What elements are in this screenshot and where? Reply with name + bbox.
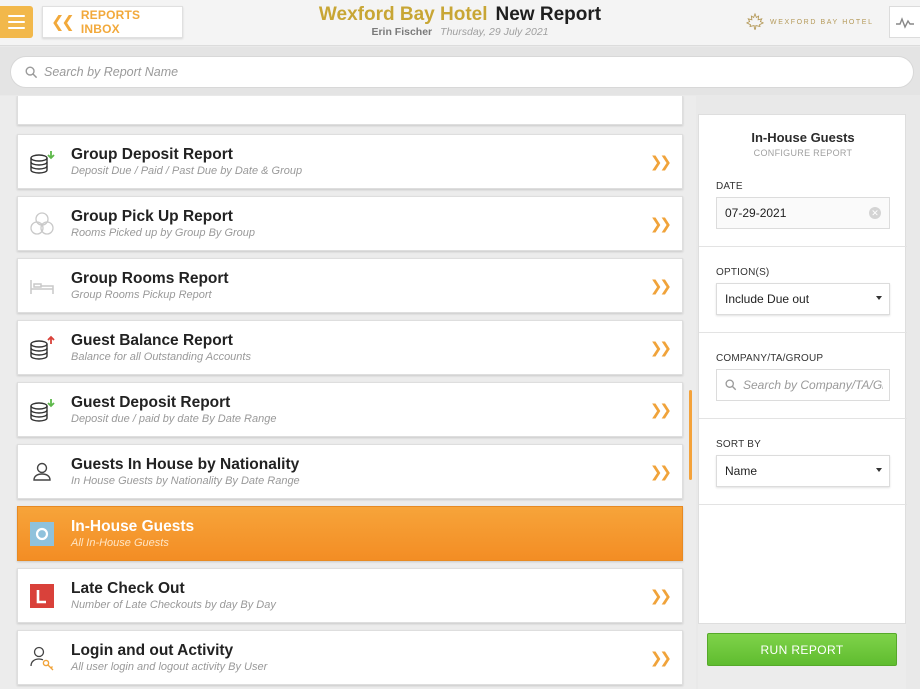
coins-down-icon: [30, 399, 55, 422]
chevron-right-icon: ❯❯: [649, 339, 672, 357]
search-bar: [0, 47, 920, 95]
report-description: All In-House Guests: [71, 537, 169, 549]
search-icon: [725, 379, 737, 391]
sort-label: SORT BY: [716, 439, 761, 450]
report-item-late-check-out[interactable]: Late Check Out Number of Late Checkouts …: [17, 568, 683, 623]
run-report-button[interactable]: RUN REPORT: [707, 633, 897, 666]
app-header: ❮❮ REPORTS INBOX Wexford Bay Hotel New Re…: [0, 0, 920, 46]
report-description: Group Rooms Pickup Report: [71, 289, 212, 301]
options-select[interactable]: Include Due out: [716, 283, 890, 315]
report-title: Late Check Out: [71, 580, 185, 597]
search-box: [10, 56, 914, 88]
user-key-icon: [30, 646, 54, 671]
report-title: In-House Guests: [71, 518, 195, 535]
report-title: Group Pick Up Report: [71, 208, 233, 225]
page-title: New Report: [495, 4, 602, 25]
section-divider: [699, 246, 907, 247]
date-label: DATE: [716, 181, 743, 192]
chevron-right-icon: ❯❯: [649, 587, 672, 605]
report-title: Guests In House by Nationality: [71, 456, 300, 473]
report-item-in-house-guests[interactable]: In-House Guests All In-House Guests: [17, 506, 683, 561]
options-value: Include Due out: [725, 292, 810, 306]
hotel-name: Wexford Bay Hotel: [318, 4, 488, 25]
caret-down-icon: [876, 468, 882, 472]
report-title: Guest Balance Report: [71, 332, 233, 349]
section-divider: [699, 418, 907, 419]
report-description: Rooms Picked up by Group By Group: [71, 227, 256, 239]
report-item-guests-nationality[interactable]: Guests In House by Nationality In House …: [17, 444, 683, 499]
section-divider: [699, 504, 907, 505]
caret-down-icon: [876, 296, 882, 300]
chevron-right-icon: ❯❯: [649, 215, 672, 233]
report-title: Group Deposit Report: [71, 146, 233, 163]
sort-value: Name: [725, 464, 758, 478]
options-label: OPTION(S): [716, 267, 770, 278]
chevron-right-icon: ❯❯: [649, 649, 672, 667]
configure-report-panel: In-House Guests CONFIGURE REPORT DATE 07…: [698, 114, 907, 624]
double-chevron-left-icon: ❮❮: [51, 12, 75, 31]
report-description: Deposit Due / Paid / Past Due by Date & …: [71, 165, 303, 177]
report-item-login-activity[interactable]: Login and out Activity All user login an…: [17, 630, 683, 685]
company-search-input[interactable]: [743, 378, 883, 392]
page-heading: Wexford Bay Hotel New Report Erin Fischer…: [260, 4, 660, 38]
current-date: Thursday, 29 July 2021: [440, 26, 549, 38]
maple-leaf-icon: [746, 13, 764, 30]
person-icon: [33, 462, 51, 481]
report-item-group-deposit[interactable]: Group Deposit Report Deposit Due / Paid …: [17, 134, 683, 189]
report-description: In House Guests by Nationality By Date R…: [71, 475, 300, 487]
report-description: Balance for all Outstanding Accounts: [71, 351, 251, 363]
report-title: Guest Deposit Report: [71, 394, 231, 411]
user-name: Erin Fischer: [371, 26, 433, 38]
coins-up-icon: [30, 335, 55, 360]
report-item-group-pick-up[interactable]: Group Pick Up Report Rooms Picked up by …: [17, 196, 683, 251]
late-checkout-icon: [30, 584, 54, 608]
in-house-icon: [30, 522, 54, 546]
report-description: Number of Late Checkouts by day By Day: [71, 599, 276, 611]
brand-name: WEXFORD BAY HOTEL: [770, 18, 874, 26]
menu-button[interactable]: [0, 6, 33, 38]
report-description: Deposit due / paid by date By Date Range: [71, 413, 277, 425]
hamburger-icon: [8, 15, 25, 17]
chevron-right-icon: ❯❯: [649, 463, 672, 481]
report-title: Group Rooms Report: [71, 270, 229, 287]
report-list: Group Deposit Report Deposit Due / Paid …: [0, 96, 696, 689]
circles-icon: [30, 212, 54, 235]
chevron-right-icon: ❯❯: [649, 277, 672, 295]
sort-select[interactable]: Name: [716, 455, 890, 487]
hotel-logo: WEXFORD BAY HOTEL: [746, 13, 874, 31]
search-input[interactable]: [44, 65, 884, 79]
date-field[interactable]: 07-29-2021 ✕: [716, 197, 890, 229]
config-title: In-House Guests: [751, 130, 855, 145]
section-divider: [699, 332, 907, 333]
report-item-guest-deposit[interactable]: Guest Deposit Report Deposit due / paid …: [17, 382, 683, 437]
coins-down-icon: [30, 151, 55, 174]
config-subtitle: CONFIGURE REPORT: [753, 148, 853, 158]
report-description: All user login and logout activity By Us…: [71, 661, 268, 673]
reports-inbox-button[interactable]: ❮❮ REPORTS INBOX: [42, 6, 183, 38]
chevron-right-icon: ❯❯: [649, 401, 672, 419]
list-item-partial[interactable]: [17, 96, 683, 125]
pulse-icon: [896, 17, 914, 29]
company-label: COMPANY/TA/GROUP: [716, 353, 824, 364]
list-scrollbar[interactable]: [689, 390, 692, 480]
clear-icon[interactable]: ✕: [869, 207, 881, 219]
bed-icon: [30, 280, 54, 294]
chevron-right-icon: ❯❯: [649, 153, 672, 171]
search-icon: [25, 66, 38, 78]
date-value: 07-29-2021: [725, 206, 787, 220]
company-search-field[interactable]: [716, 369, 890, 401]
report-item-group-rooms[interactable]: Group Rooms Report Group Rooms Pickup Re…: [17, 258, 683, 313]
report-item-guest-balance[interactable]: Guest Balance Report Balance for all Out…: [17, 320, 683, 375]
activity-button[interactable]: [889, 6, 920, 38]
reports-inbox-label: REPORTS INBOX: [80, 8, 141, 36]
report-title: Login and out Activity: [71, 642, 234, 659]
